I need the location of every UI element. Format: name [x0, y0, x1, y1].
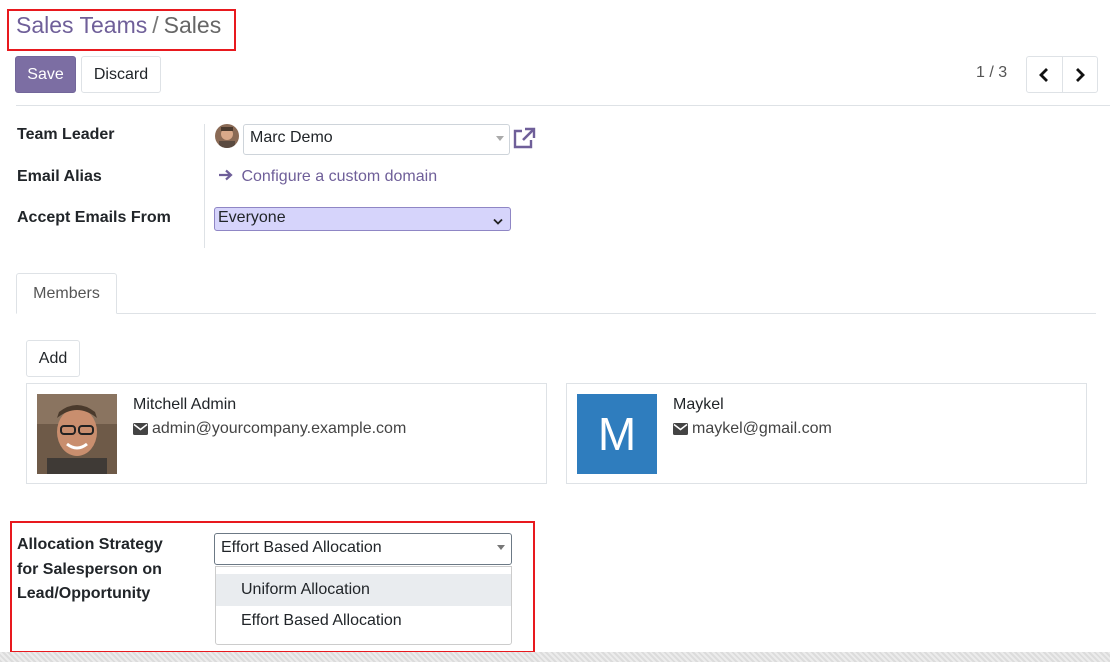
envelope-icon [133, 423, 148, 435]
email-alias-label: Email Alias [17, 168, 102, 185]
pager-previous-button[interactable] [1027, 57, 1062, 92]
member-name: Maykel [673, 396, 724, 413]
team-leader-avatar [215, 124, 239, 148]
add-member-button[interactable]: Add [26, 340, 80, 377]
breadcrumb: Sales Teams / Sales [16, 12, 221, 39]
configure-domain-link[interactable]: Configure a custom domain [219, 168, 437, 186]
member-initial-avatar: M [577, 394, 657, 474]
control-panel-divider [16, 105, 1110, 106]
team-leader-label: Team Leader [17, 126, 115, 143]
caret-down-icon[interactable] [497, 545, 505, 550]
member-photo [37, 394, 117, 474]
tab-divider [16, 313, 1096, 314]
member-email: admin@yourcompany.example.com [133, 420, 406, 438]
breadcrumb-parent-link[interactable]: Sales Teams [16, 12, 147, 38]
member-email-text: admin@yourcompany.example.com [152, 420, 407, 437]
member-card[interactable]: M Maykel maykel@gmail.com [566, 383, 1087, 484]
pager-next-button[interactable] [1061, 57, 1098, 92]
tab-members[interactable]: Members [16, 273, 117, 314]
pager-value: 1 / 3 [976, 64, 1008, 81]
arrow-right-icon [219, 168, 237, 185]
member-email: maykel@gmail.com [673, 420, 832, 438]
bottom-strip [0, 652, 1110, 662]
external-link-icon[interactable] [512, 127, 536, 154]
member-email-text: maykel@gmail.com [692, 420, 832, 437]
envelope-icon [673, 423, 688, 435]
breadcrumb-current: Sales [163, 12, 222, 38]
allocation-strategy-select[interactable]: Effort Based Allocation [214, 533, 512, 565]
team-leader-input[interactable]: Marc Demo [243, 124, 510, 155]
chevron-left-icon [1039, 67, 1049, 82]
breadcrumb-separator: / [152, 12, 159, 38]
configure-domain-label: Configure a custom domain [241, 168, 438, 185]
pager-buttons [1026, 56, 1098, 93]
dropdown-option-uniform[interactable]: Uniform Allocation [216, 574, 511, 606]
allocation-strategy-label: Allocation Strategy for Salesperson on L… [17, 536, 163, 602]
discard-button[interactable]: Discard [81, 56, 161, 93]
form-divider [204, 124, 205, 248]
member-card[interactable]: Mitchell Admin admin@yourcompany.example… [26, 383, 547, 484]
member-name: Mitchell Admin [133, 396, 237, 413]
dropdown-option-effort[interactable]: Effort Based Allocation [216, 606, 511, 638]
accept-emails-value: Everyone [218, 209, 286, 226]
caret-down-icon[interactable] [496, 136, 504, 141]
allocation-dropdown: Uniform Allocation Effort Based Allocati… [215, 566, 512, 645]
chevron-down-icon [493, 213, 503, 231]
save-button[interactable]: Save [15, 56, 76, 93]
accept-emails-select[interactable]: Everyone [214, 207, 511, 231]
chevron-right-icon [1075, 67, 1085, 82]
accept-emails-label: Accept Emails From [17, 209, 171, 226]
